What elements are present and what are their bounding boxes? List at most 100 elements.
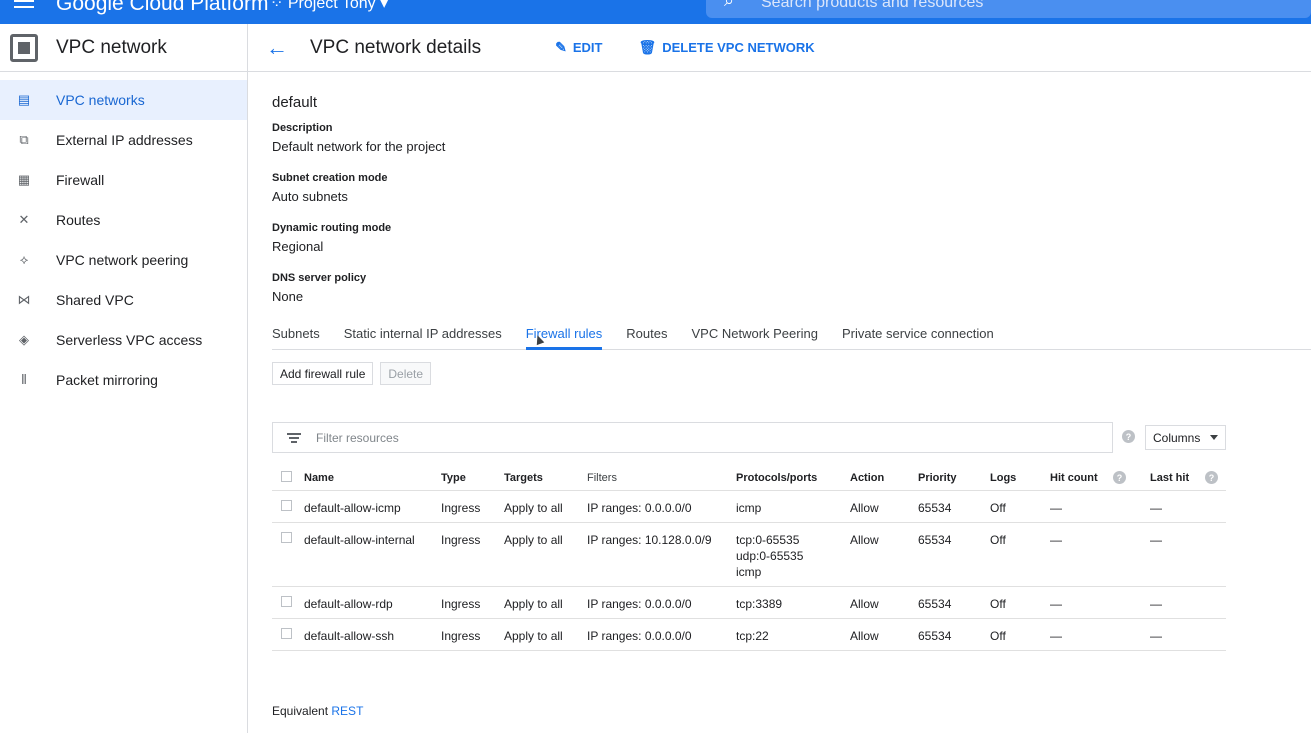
rule-hit-count: — [1050, 501, 1062, 515]
chevron-down-icon: ▾ [380, 0, 389, 12]
rule-name[interactable]: default-allow-internal [304, 532, 415, 548]
sidebar-item-label: External IP addresses [56, 132, 193, 148]
rule-filters: IP ranges: 0.0.0.0/0 [587, 629, 692, 643]
field-value: None [272, 289, 304, 304]
rule-priority: 65534 [918, 533, 952, 547]
rest-link[interactable]: REST [331, 704, 363, 718]
select-all-checkbox[interactable] [281, 471, 292, 482]
row-checkbox[interactable] [281, 500, 292, 511]
rule-last-hit: — [1150, 629, 1162, 643]
rule-action: Allow [850, 501, 879, 515]
sidebar-item-label: Shared VPC [56, 292, 134, 308]
hit-count-help-icon[interactable]: ? [1113, 471, 1126, 484]
page-header: ← VPC network details ✎ EDIT 🗑 DELETE VP… [248, 24, 1311, 72]
rule-logs: Off [990, 629, 1006, 643]
row-checkbox[interactable] [281, 532, 292, 543]
tab-private-service-connection[interactable]: Private service connection [842, 324, 994, 349]
footer-prefix: Equivalent [272, 704, 329, 718]
protocol-port: icmp [736, 501, 762, 515]
field-description: Description Default network for the proj… [272, 122, 445, 154]
filter-input[interactable] [316, 430, 1076, 445]
rule-action: Allow [850, 597, 879, 611]
sidebar-item-serverless[interactable]: ◈ Serverless VPC access [0, 320, 247, 360]
firewall-rules-table: Name Type Targets Filters Protocols/port… [272, 462, 1226, 651]
rule-protocols: tcp:0-65535 udp:0-65535 icmp [736, 532, 803, 580]
field-dns-server-policy: DNS server policy None [272, 272, 366, 304]
project-selector[interactable]: ⁘ Project Tony ▾ [270, 0, 388, 13]
tab-routes[interactable]: Routes [626, 324, 667, 349]
protocol-port: tcp:0-65535 [736, 533, 800, 547]
search-bar[interactable]: ⌕ Search products and resources [706, 0, 1311, 18]
column-header-protocols[interactable]: Protocols/ports [736, 470, 817, 486]
sidebar-item-label: Routes [56, 212, 101, 228]
sidebar: VPC network ▤ VPC networks ⧉ External IP… [0, 24, 248, 733]
sidebar-item-packet-mirroring[interactable]: ⦀ Packet mirroring [0, 360, 247, 400]
packet-mirroring-icon: ⦀ [21, 372, 27, 387]
column-header-priority[interactable]: Priority [918, 470, 957, 486]
tab-subnets[interactable]: Subnets [272, 324, 320, 349]
column-header-logs[interactable]: Logs [990, 470, 1016, 486]
sidebar-item-label: VPC networks [56, 92, 145, 108]
sidebar-item-shared-vpc[interactable]: ⋈ Shared VPC [0, 280, 247, 320]
rule-priority: 65534 [918, 629, 952, 643]
search-placeholder: Search products and resources [761, 0, 984, 11]
rule-type: Ingress [441, 533, 481, 547]
rule-type: Ingress [441, 501, 481, 515]
column-header-type[interactable]: Type [441, 470, 466, 486]
rule-type: Ingress [441, 629, 481, 643]
peering-icon: ⟡ [19, 252, 29, 267]
search-icon: ⌕ [724, 0, 735, 10]
rule-hit-count: — [1050, 629, 1062, 643]
column-header-last-hit[interactable]: Last hit [1150, 470, 1189, 486]
protocol-port: udp:0-65535 [736, 549, 804, 563]
add-firewall-rule-button[interactable]: Add firewall rule [272, 362, 374, 385]
rule-name[interactable]: default-allow-ssh [304, 628, 394, 644]
sidebar-item-external-ip[interactable]: ⧉ External IP addresses [0, 120, 247, 160]
column-header-name[interactable]: Name [304, 470, 334, 486]
rule-name[interactable]: default-allow-icmp [304, 500, 401, 516]
column-header-targets[interactable]: Targets [504, 470, 543, 486]
edit-label: EDIT [572, 40, 603, 55]
sidebar-item-peering[interactable]: ⟡ VPC network peering [0, 240, 247, 280]
rule-priority: 65534 [918, 597, 952, 611]
rule-logs: Off [990, 533, 1006, 547]
sidebar-item-vpc-networks[interactable]: ▤ VPC networks [0, 80, 247, 120]
field-value: Auto subnets [272, 189, 348, 204]
external-ip-icon: ⧉ [19, 132, 29, 147]
rule-targets: Apply to all [504, 533, 563, 547]
rule-name[interactable]: default-allow-rdp [304, 596, 393, 612]
delete-vpc-network-button[interactable]: 🗑 DELETE VPC NETWORK [638, 39, 814, 56]
table-row: default-allow-ssh Ingress Apply to all I… [272, 619, 1226, 651]
rule-hit-count: — [1050, 533, 1062, 547]
last-hit-help-icon[interactable]: ? [1205, 471, 1218, 484]
column-header-hit-count[interactable]: Hit count [1050, 470, 1098, 486]
columns-button[interactable]: Columns [1145, 425, 1226, 450]
product-title: VPC network [56, 36, 167, 58]
column-header-action[interactable]: Action [850, 470, 884, 486]
edit-button[interactable]: ✎ EDIT [555, 39, 602, 56]
brand-name[interactable]: Google Cloud Platform [56, 0, 268, 16]
protocol-port: icmp [736, 565, 762, 579]
help-icon[interactable]: ? [1122, 430, 1135, 443]
page-title: VPC network details [310, 36, 482, 58]
delete-button[interactable]: Delete [380, 362, 432, 385]
detail-tabs: Subnets Static internal IP addresses Fir… [272, 324, 1311, 350]
row-checkbox[interactable] [281, 596, 292, 607]
hamburger-menu-icon[interactable] [14, 0, 34, 12]
rule-protocols: icmp [736, 500, 761, 516]
sidebar-nav: ▤ VPC networks ⧉ External IP addresses ▦… [0, 72, 247, 400]
tab-vpc-network-peering[interactable]: VPC Network Peering [692, 324, 818, 349]
column-header-filters[interactable]: Filters [587, 470, 617, 486]
protocol-port: tcp:3389 [736, 597, 783, 611]
rule-last-hit: — [1150, 501, 1162, 515]
table-row: default-allow-rdp Ingress Apply to all I… [272, 587, 1226, 619]
filter-bar [272, 422, 1113, 453]
sidebar-item-routes[interactable]: ✕ Routes [0, 200, 247, 240]
vpc-network-logo-icon [10, 33, 38, 62]
sidebar-item-firewall[interactable]: ▦ Firewall [0, 160, 247, 200]
tab-static-internal-ip[interactable]: Static internal IP addresses [344, 324, 502, 349]
back-arrow-icon[interactable]: ← [266, 35, 288, 61]
protocol-port: tcp:22 [736, 629, 769, 643]
table-actions: Add firewall rule Delete [272, 362, 438, 385]
row-checkbox[interactable] [281, 628, 292, 639]
